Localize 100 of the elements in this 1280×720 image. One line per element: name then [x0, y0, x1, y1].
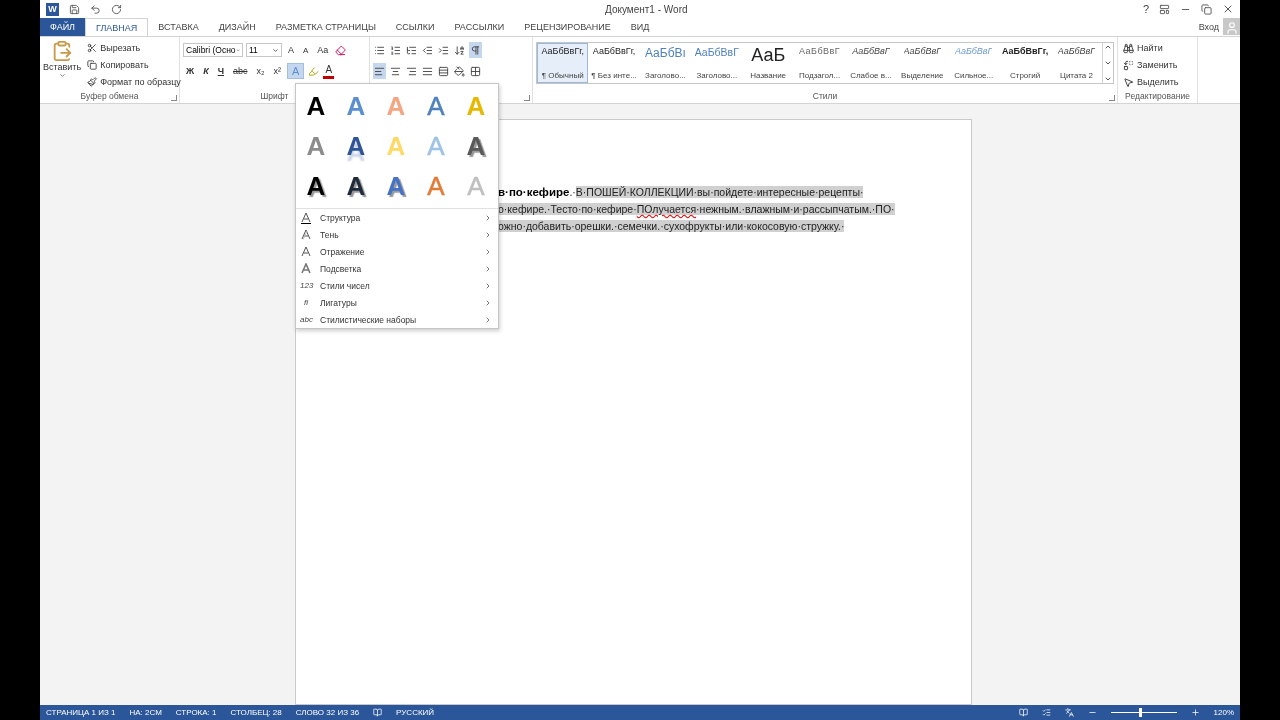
format-button[interactable]: abc: [230, 63, 251, 79]
group-label: Редактирование: [1124, 91, 1191, 103]
text-effect-option[interactable]: A: [386, 172, 406, 200]
style-preview: АаБбВвГ: [954, 46, 993, 56]
help-button[interactable]: ?: [1142, 3, 1149, 15]
clipboard-button[interactable]: Копировать: [85, 57, 183, 73]
menu-item[interactable]: Отражение: [296, 243, 498, 260]
format-button[interactable]: Ч: [214, 63, 227, 79]
menu-item-label: Тень: [320, 229, 340, 240]
ribbon-tab[interactable]: ВИД: [620, 18, 660, 36]
close-icon[interactable]: [1222, 3, 1234, 15]
ribbon-tab[interactable]: ВСТАВКА: [148, 18, 209, 36]
read-mode-icon[interactable]: [1018, 708, 1028, 717]
app-logo: W: [46, 2, 59, 16]
shading-icon[interactable]: [453, 63, 466, 79]
more-icon[interactable]: [1104, 75, 1113, 83]
style-item[interactable]: АаБбВвГ Выделение: [896, 43, 948, 83]
style-item[interactable]: АаБбВвГг, Строгий: [999, 43, 1051, 83]
glyph-icon: 123: [300, 281, 312, 290]
sign-in-link[interactable]: Вход: [1198, 22, 1219, 32]
text-effect-option[interactable]: A: [306, 172, 326, 200]
menu-item-label: Стилистические наборы: [320, 314, 418, 325]
shadowed-letter-icon: [300, 228, 312, 241]
style-preview: АаБбВı: [645, 46, 686, 60]
menu-item-label: Подсветка: [320, 263, 363, 274]
undo-icon[interactable]: [90, 3, 101, 15]
format-button[interactable]: Ж: [183, 63, 198, 79]
book-icon[interactable]: [373, 708, 383, 717]
menu-item[interactable]: abc Стилистические наборы: [296, 311, 498, 328]
style-label: Строгий: [1009, 71, 1041, 80]
restore-icon[interactable]: [1201, 3, 1212, 15]
font-size-field[interactable]: 11: [246, 43, 282, 57]
scroll-up-icon[interactable]: [1104, 43, 1113, 51]
style-item[interactable]: АаБбВı Заголово...: [639, 43, 692, 83]
menu-item[interactable]: Подсветка: [296, 260, 498, 277]
menu-item-label: Лигатуры: [320, 297, 358, 308]
clipboard-button[interactable]: Вырезать: [85, 40, 183, 56]
scissors-icon: [87, 43, 98, 53]
caret-icon: [272, 46, 279, 54]
menu-item[interactable]: Структура: [296, 209, 498, 226]
zoom-in-icon[interactable]: [1190, 708, 1200, 717]
paste-button[interactable]: Вставить: [43, 40, 82, 91]
zoom-level: 120%: [1213, 708, 1234, 717]
menu-item[interactable]: fi Лигатуры: [296, 294, 498, 311]
text-effect-option[interactable]: A: [427, 92, 445, 120]
text-effect-option[interactable]: A: [306, 92, 326, 120]
menu-item[interactable]: Тень: [296, 226, 498, 243]
ribbon-tab[interactable]: ГЛАВНАЯ: [85, 18, 149, 36]
style-item[interactable]: АаБбВвГ Сильное...: [948, 43, 1000, 83]
style-item[interactable]: АаБ Название: [742, 43, 794, 83]
format-button[interactable]: x₂: [253, 63, 268, 79]
zoom-thumb[interactable]: [1138, 708, 1142, 717]
pilcrow-icon[interactable]: [469, 42, 482, 58]
clipboard-button[interactable]: Формат по образцу: [85, 74, 183, 90]
style-label: ¶ Обычный: [541, 71, 584, 80]
font-name-field[interactable]: Calibri (Осно: [183, 43, 243, 57]
ribbon-tab[interactable]: РАССЫЛКИ: [444, 18, 515, 36]
style-item[interactable]: АаБбВвГг, ¶ Без инте...: [588, 43, 640, 83]
language-status: РУССКИЙ: [396, 708, 435, 717]
ribbon-tab[interactable]: РЕЦЕНЗИРОВАНИЕ: [514, 18, 621, 36]
text-line: в·по·кефире.·В·ПОШЕЙ·КОЛЛЕКЦИИ·вы·пойдете·интересные·рецепты·: [498, 185, 865, 200]
editing-button[interactable]: Найти: [1121, 40, 1194, 56]
redo-icon[interactable]: [111, 3, 122, 15]
status-item: СТОЛБЕЦ: 28: [230, 708, 282, 717]
ribbon-tab[interactable]: ССЫЛКИ: [385, 18, 445, 36]
style-item[interactable]: АаБбВвГг, ¶ Обычный: [537, 43, 589, 83]
text-effect-option[interactable]: A: [346, 132, 366, 160]
ribbon-options-icon[interactable]: [1159, 3, 1170, 15]
glyph-icon: abc: [300, 315, 312, 324]
caret-icon: [235, 46, 240, 54]
style-item[interactable]: АаБбВвГ Цитата 2: [1050, 43, 1103, 83]
align-icon[interactable]: [373, 63, 386, 79]
style-label: Слабое в...: [850, 71, 892, 80]
ribbon-tab[interactable]: РАЗМЕТКА СТРАНИЦЫ: [265, 18, 386, 36]
editing-button[interactable]: Заменить: [1121, 57, 1194, 73]
ribbon-tab[interactable]: ФАЙЛ: [40, 18, 86, 36]
style-preview: АаБбВвГ: [903, 46, 942, 56]
style-preview: АаБ: [751, 46, 786, 64]
change-case-button[interactable]: Aa: [314, 42, 332, 58]
ribbon-tab[interactable]: ДИЗАЙН: [208, 18, 266, 36]
save-icon[interactable]: [69, 3, 80, 15]
style-label: Цитата 2: [1059, 71, 1093, 80]
text-effect-option[interactable]: A: [466, 132, 486, 160]
text-effect-option[interactable]: A: [346, 172, 366, 200]
group-label: Шрифт: [259, 91, 290, 103]
font-color-button[interactable]: A: [323, 63, 335, 79]
copy-icon: [87, 60, 98, 70]
editing-button[interactable]: Выделить: [1121, 74, 1194, 90]
style-item[interactable]: АаБбВвГ Подзагол...: [793, 43, 846, 83]
style-item[interactable]: АаБбВвГ Слабое в...: [845, 43, 897, 83]
grow-font-button[interactable]: A: [285, 42, 297, 58]
menu-item[interactable]: 123 Стили чисел: [296, 277, 498, 294]
format-button[interactable]: К: [200, 63, 212, 79]
scroll-down-icon[interactable]: [1104, 59, 1113, 67]
shrink-font-button[interactable]: A: [300, 42, 312, 58]
status-item: СТРОКА: 1: [175, 708, 217, 717]
window-title: Документ1 - Word: [605, 4, 688, 15]
style-item[interactable]: АаБбВвГ Заголово...: [691, 43, 743, 83]
format-button[interactable]: x²: [270, 63, 285, 79]
text-line: о·кефире.·Тесто·по·кефире·ПОлучается·нежным.·влажным·и·рассыпчатым.·ПО·: [498, 202, 896, 217]
